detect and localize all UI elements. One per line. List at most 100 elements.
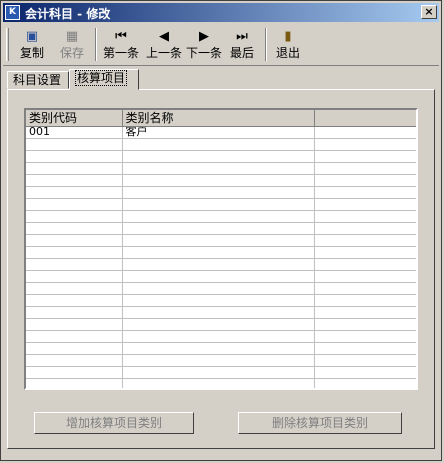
table-cell[interactable] bbox=[122, 294, 315, 307]
toolbar-grip[interactable] bbox=[6, 28, 9, 61]
table-cell[interactable] bbox=[314, 198, 416, 211]
table-cell[interactable] bbox=[122, 306, 315, 319]
table-cell[interactable] bbox=[26, 234, 123, 247]
empty-table-row[interactable] bbox=[26, 222, 416, 235]
table-cell[interactable] bbox=[122, 222, 315, 235]
table-cell[interactable] bbox=[314, 162, 416, 175]
close-button[interactable]: × bbox=[421, 5, 437, 19]
table-cell[interactable] bbox=[314, 378, 416, 388]
table-cell[interactable] bbox=[122, 282, 315, 295]
table-cell[interactable] bbox=[122, 366, 315, 379]
table-cell[interactable] bbox=[26, 354, 123, 367]
next-record-button[interactable]: ▶ 下一条 bbox=[183, 26, 225, 64]
table-cell[interactable] bbox=[314, 318, 416, 331]
table-cell[interactable] bbox=[122, 234, 315, 247]
table-cell[interactable] bbox=[122, 354, 315, 367]
table-cell[interactable] bbox=[122, 342, 315, 355]
empty-table-row[interactable] bbox=[26, 282, 416, 295]
empty-table-row[interactable] bbox=[26, 150, 416, 163]
first-record-button[interactable]: ⏮ 第一条 bbox=[99, 26, 143, 64]
empty-table-row[interactable] bbox=[26, 138, 416, 151]
empty-table-row[interactable] bbox=[26, 258, 416, 271]
table-cell[interactable] bbox=[314, 354, 416, 367]
table-cell[interactable] bbox=[26, 150, 123, 163]
delete-category-button[interactable]: 删除核算项目类别 bbox=[238, 412, 402, 434]
empty-table-row[interactable] bbox=[26, 162, 416, 175]
table-cell[interactable] bbox=[314, 138, 416, 151]
table-cell[interactable] bbox=[26, 330, 123, 343]
table-cell[interactable] bbox=[122, 258, 315, 271]
empty-table-row[interactable] bbox=[26, 234, 416, 247]
table-cell[interactable] bbox=[314, 210, 416, 223]
empty-table-row[interactable] bbox=[26, 306, 416, 319]
table-cell[interactable] bbox=[122, 318, 315, 331]
exit-button[interactable]: ▮ 退出 bbox=[271, 26, 305, 64]
empty-table-row[interactable] bbox=[26, 330, 416, 343]
table-cell[interactable] bbox=[122, 330, 315, 343]
table-cell[interactable] bbox=[122, 378, 315, 388]
copy-button[interactable]: ▣ 复制 bbox=[15, 26, 49, 64]
table-cell[interactable] bbox=[26, 294, 123, 307]
table-cell[interactable]: 001 bbox=[26, 126, 123, 139]
table-cell[interactable] bbox=[26, 378, 123, 388]
table-cell[interactable] bbox=[26, 222, 123, 235]
empty-table-row[interactable] bbox=[26, 366, 416, 379]
table-cell[interactable] bbox=[122, 246, 315, 259]
table-cell[interactable] bbox=[26, 258, 123, 271]
table-cell[interactable] bbox=[26, 282, 123, 295]
category-grid[interactable]: 类别代码 类别名称 001 客户 bbox=[24, 108, 418, 390]
table-cell[interactable] bbox=[314, 366, 416, 379]
last-record-button[interactable]: ⏭ 最后 bbox=[225, 26, 259, 64]
table-cell[interactable] bbox=[314, 330, 416, 343]
empty-table-row[interactable] bbox=[26, 198, 416, 211]
table-cell[interactable] bbox=[26, 138, 123, 151]
empty-table-row[interactable] bbox=[26, 294, 416, 307]
table-cell[interactable] bbox=[26, 162, 123, 175]
empty-table-row[interactable] bbox=[26, 378, 416, 388]
empty-table-row[interactable] bbox=[26, 174, 416, 187]
title-bar[interactable]: K 会计科目 - 修改 × bbox=[3, 3, 439, 22]
add-category-button[interactable]: 增加核算项目类别 bbox=[34, 412, 194, 434]
table-cell[interactable] bbox=[122, 270, 315, 283]
save-button[interactable]: ▦ 保存 bbox=[55, 26, 89, 64]
table-cell[interactable] bbox=[122, 210, 315, 223]
tab-account-settings[interactable]: 科目设置 bbox=[7, 71, 69, 89]
table-cell[interactable] bbox=[26, 366, 123, 379]
table-cell[interactable] bbox=[26, 318, 123, 331]
column-header-name[interactable]: 类别名称 bbox=[122, 110, 315, 127]
table-cell[interactable] bbox=[122, 162, 315, 175]
table-cell[interactable] bbox=[122, 150, 315, 163]
table-cell[interactable] bbox=[26, 270, 123, 283]
empty-table-row[interactable] bbox=[26, 318, 416, 331]
table-cell[interactable] bbox=[314, 126, 416, 139]
table-cell[interactable] bbox=[314, 234, 416, 247]
table-cell[interactable] bbox=[314, 222, 416, 235]
table-cell[interactable] bbox=[314, 294, 416, 307]
table-cell[interactable] bbox=[314, 306, 416, 319]
empty-table-row[interactable] bbox=[26, 270, 416, 283]
table-cell[interactable] bbox=[314, 150, 416, 163]
table-cell[interactable] bbox=[26, 198, 123, 211]
table-cell[interactable] bbox=[26, 186, 123, 199]
table-cell[interactable] bbox=[314, 342, 416, 355]
table-cell[interactable] bbox=[122, 198, 315, 211]
empty-table-row[interactable] bbox=[26, 354, 416, 367]
table-cell[interactable] bbox=[26, 306, 123, 319]
prev-record-button[interactable]: ◀ 上一条 bbox=[143, 26, 185, 64]
empty-table-row[interactable] bbox=[26, 186, 416, 199]
table-cell[interactable] bbox=[314, 246, 416, 259]
empty-table-row[interactable] bbox=[26, 246, 416, 259]
table-cell[interactable] bbox=[314, 270, 416, 283]
table-cell[interactable]: 客户 bbox=[122, 126, 315, 139]
table-cell[interactable] bbox=[122, 174, 315, 187]
table-cell[interactable] bbox=[26, 246, 123, 259]
table-cell[interactable] bbox=[26, 342, 123, 355]
empty-table-row[interactable] bbox=[26, 342, 416, 355]
table-cell[interactable] bbox=[122, 138, 315, 151]
table-cell[interactable] bbox=[26, 210, 123, 223]
table-row[interactable]: 001 客户 bbox=[26, 126, 416, 139]
table-cell[interactable] bbox=[314, 186, 416, 199]
table-cell[interactable] bbox=[314, 282, 416, 295]
table-cell[interactable] bbox=[122, 186, 315, 199]
tab-accounting-items[interactable]: 核算项目 bbox=[69, 69, 139, 90]
